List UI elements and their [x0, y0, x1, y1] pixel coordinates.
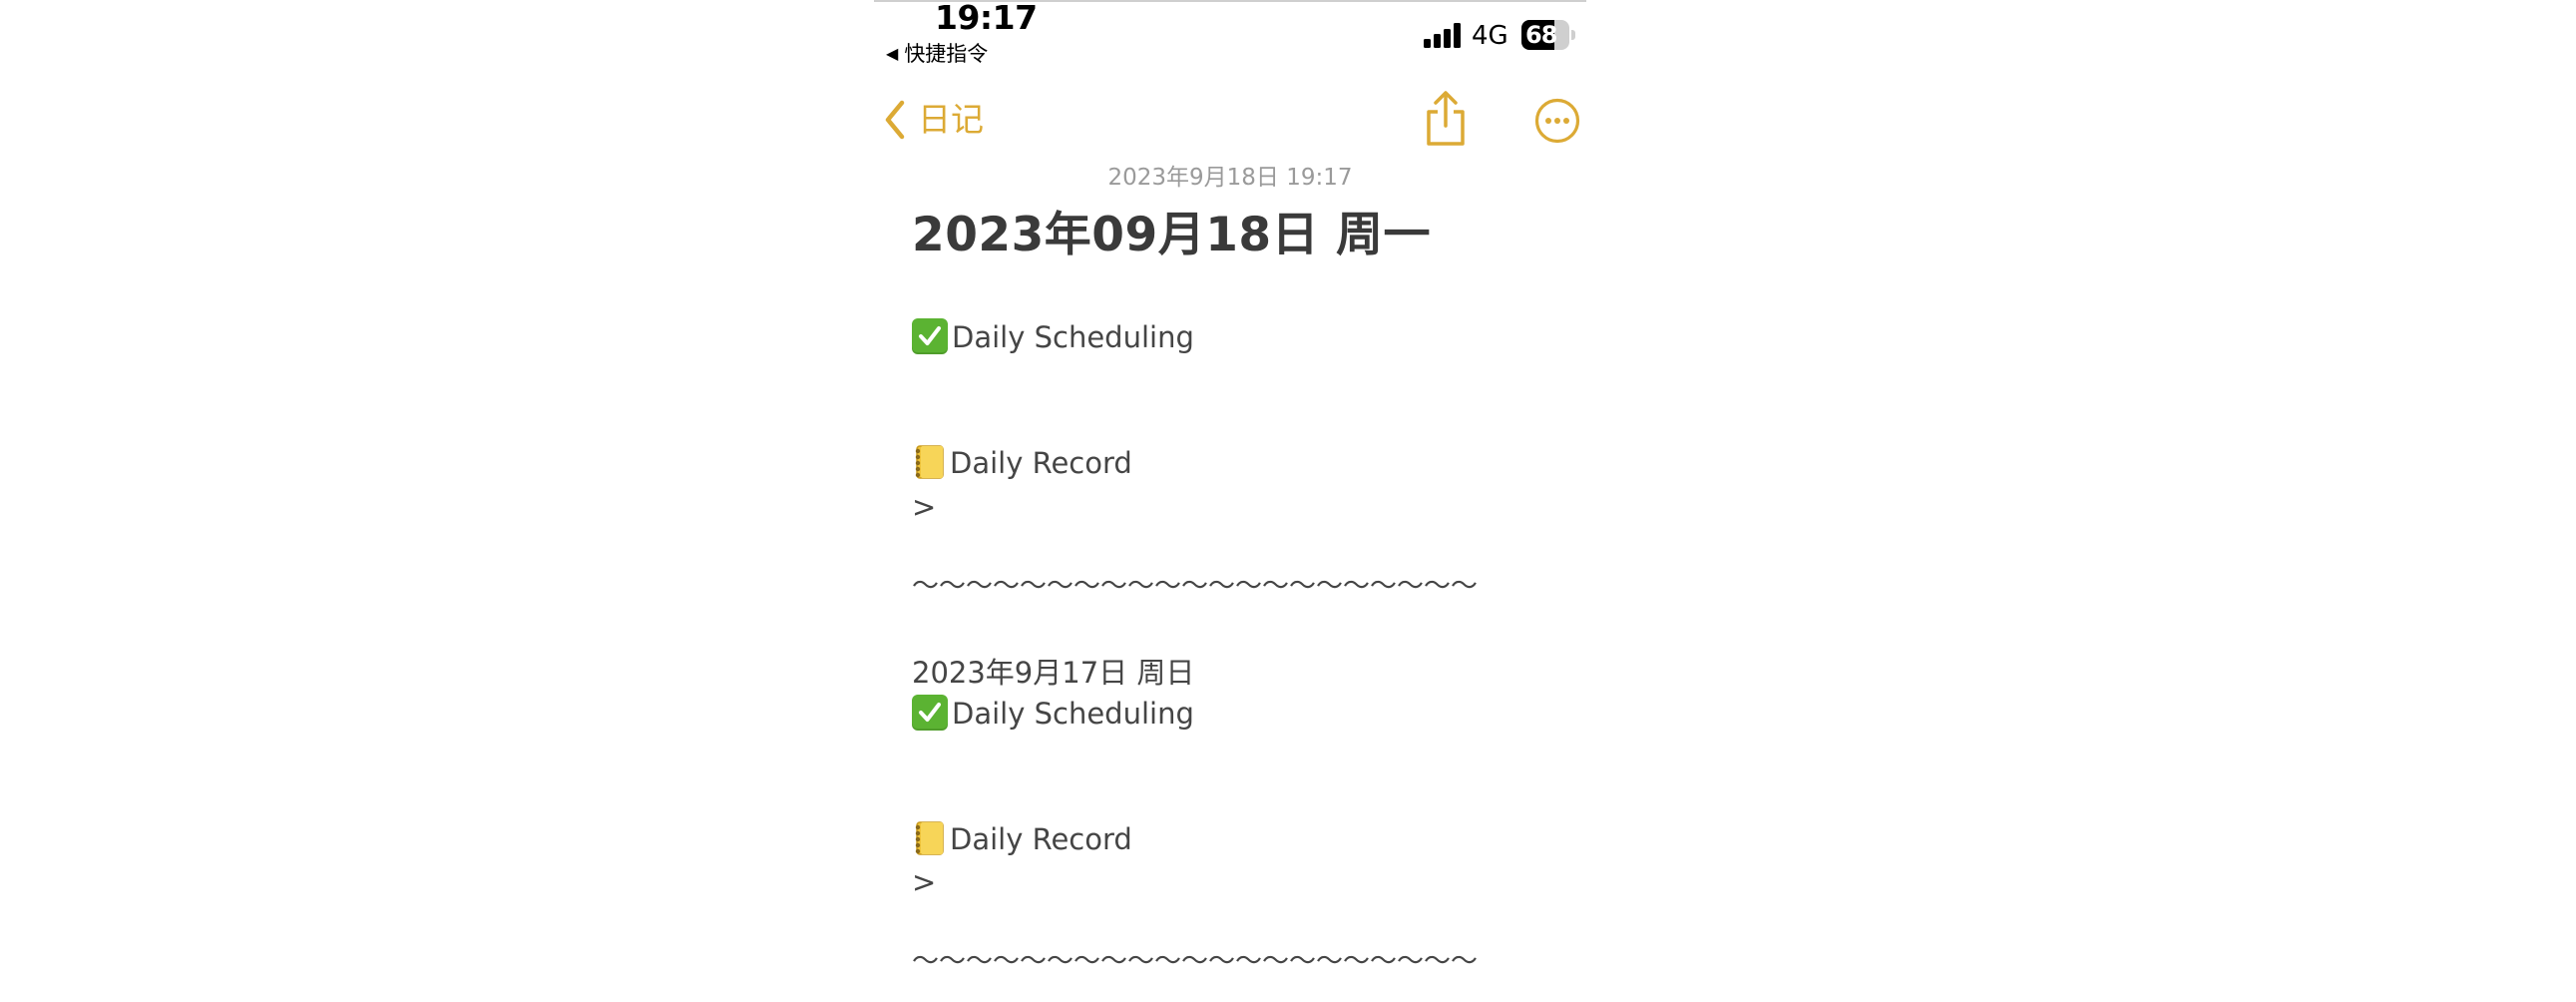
signal-icon	[1424, 22, 1464, 48]
battery-tip	[1571, 30, 1575, 40]
battery-percent: 68	[1525, 21, 1557, 49]
chevron-left-icon	[884, 100, 906, 140]
check-mark-icon	[912, 695, 948, 731]
record-line[interactable]: Daily Record	[912, 443, 1132, 483]
back-triangle-icon: ◀	[886, 44, 899, 63]
notebook-icon	[912, 444, 946, 480]
record-line[interactable]: Daily Record	[912, 819, 1132, 859]
network-type: 4G	[1472, 21, 1508, 51]
more-icon	[1534, 98, 1580, 148]
battery-icon: 68	[1521, 20, 1569, 50]
entry-date[interactable]: 2023年9月17日 周日	[912, 653, 1194, 693]
more-button[interactable]	[1534, 98, 1580, 144]
separator-line: ～～～～～～～～～～～～～～～～～～～～～	[912, 946, 1478, 977]
scheduling-label: Daily Scheduling	[952, 320, 1194, 354]
notes-screen: 19:17 ◀ 快捷指令 4G 68 日记 2023年9月18日 19:17 2…	[874, 0, 1586, 1002]
scheduling-label: Daily Scheduling	[952, 697, 1194, 731]
quote-line[interactable]: >	[912, 487, 936, 527]
scheduling-line[interactable]: Daily Scheduling	[912, 317, 1194, 357]
status-time: 19:17	[935, 0, 1038, 37]
back-button-label: 日记	[918, 100, 984, 139]
separator-line: ～～～～～～～～～～～～～～～～～～～～～	[912, 571, 1478, 602]
notebook-icon	[912, 820, 946, 856]
note-timestamp: 2023年9月18日 19:17	[1107, 165, 1353, 191]
back-app-label: 快捷指令	[904, 42, 989, 66]
record-label: Daily Record	[950, 446, 1132, 480]
back-to-app-link[interactable]: ◀ 快捷指令	[886, 40, 988, 70]
quote-line[interactable]: >	[912, 862, 936, 902]
note-title[interactable]: 2023年09月18日 周一	[912, 206, 1431, 265]
scheduling-line[interactable]: Daily Scheduling	[912, 694, 1194, 734]
record-label: Daily Record	[950, 822, 1132, 856]
share-button[interactable]	[1421, 90, 1471, 148]
check-mark-icon	[912, 318, 948, 354]
share-icon	[1421, 91, 1471, 152]
back-button[interactable]: 日记	[884, 96, 984, 144]
